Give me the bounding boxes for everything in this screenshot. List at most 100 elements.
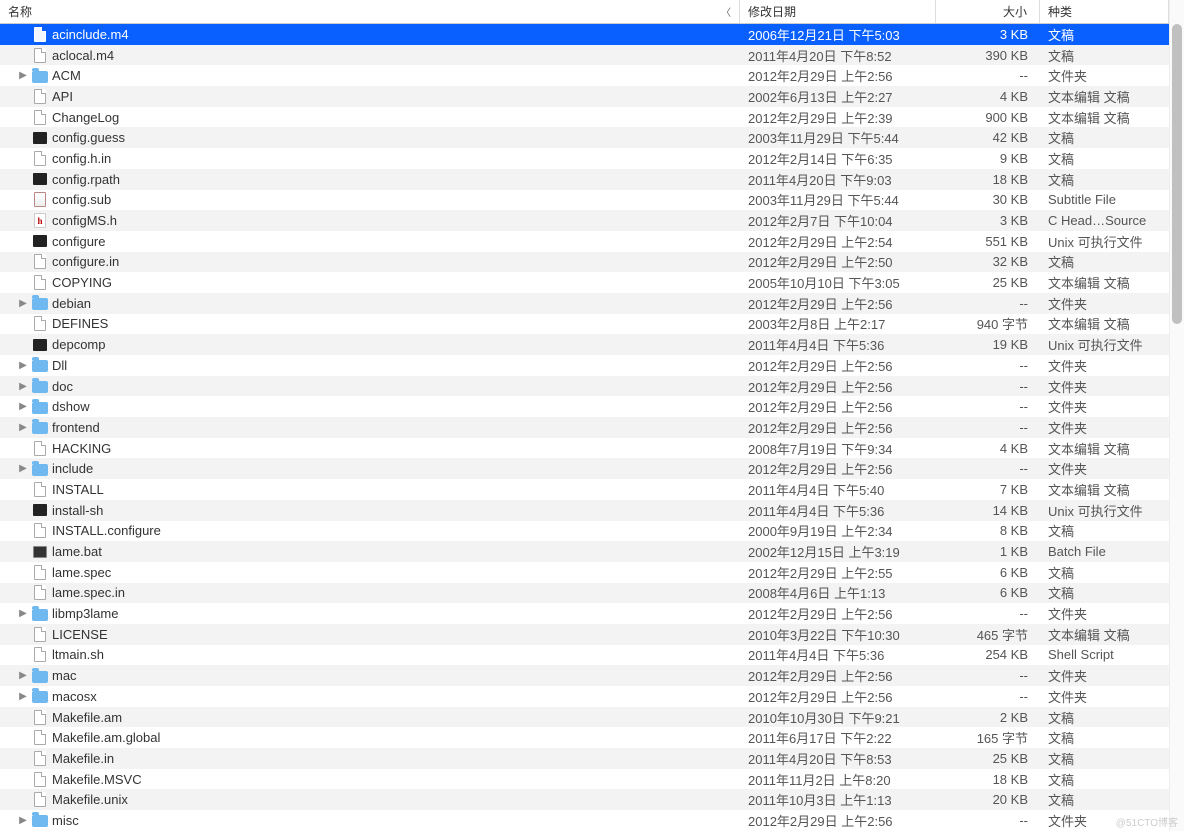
file-date-cell: 2012年2月29日 上午2:56 — [740, 66, 936, 85]
file-row[interactable]: ▶lame.spec2012年2月29日 上午2:556 KB文稿 — [0, 562, 1169, 583]
file-kind-cell: 文件夹 — [1040, 666, 1158, 685]
doc-icon — [32, 481, 48, 497]
file-row[interactable]: ▶macosx2012年2月29日 上午2:56--文件夹 — [0, 686, 1169, 707]
file-row[interactable]: ▶LICENSE2010年3月22日 下午10:30465 字节文本编辑 文稿 — [0, 624, 1169, 645]
file-name-cell: ▶INSTALL — [0, 481, 740, 497]
column-header-kind-label: 种类 — [1048, 3, 1072, 20]
file-row[interactable]: ▶Makefile.MSVC2011年11月2日 上午8:2018 KB文稿 — [0, 769, 1169, 790]
file-date-cell: 2003年11月29日 下午5:44 — [740, 128, 936, 147]
disclosure-triangle-icon[interactable]: ▶ — [18, 298, 28, 308]
file-date-cell: 2012年2月29日 上午2:56 — [740, 418, 936, 437]
file-row[interactable]: ▶Makefile.unix2011年10月3日 上午1:1320 KB文稿 — [0, 789, 1169, 810]
file-kind-cell: 文件夹 — [1040, 418, 1158, 437]
disclosure-triangle-icon[interactable]: ▶ — [18, 71, 28, 81]
file-kind-cell: Batch File — [1040, 544, 1158, 559]
file-row[interactable]: ▶lame.spec.in2008年4月6日 上午1:136 KB文稿 — [0, 583, 1169, 604]
file-row[interactable]: ▶frontend2012年2月29日 上午2:56--文件夹 — [0, 417, 1169, 438]
file-date-cell: 2012年2月29日 上午2:50 — [740, 252, 936, 271]
file-row[interactable]: ▶install-sh2011年4月4日 下午5:3614 KBUnix 可执行… — [0, 500, 1169, 521]
file-kind-cell: 文稿 — [1040, 708, 1158, 727]
file-row[interactable]: ▶aclocal.m42011年4月20日 下午8:52390 KB文稿 — [0, 45, 1169, 66]
disclosure-triangle-icon[interactable]: ▶ — [18, 691, 28, 701]
file-row[interactable]: ▶INSTALL.configure2000年9月19日 上午2:348 KB文… — [0, 521, 1169, 542]
disclosure-triangle-icon[interactable]: ▶ — [18, 402, 28, 412]
file-kind-cell: Unix 可执行文件 — [1040, 232, 1158, 251]
file-name-cell: ▶Makefile.unix — [0, 792, 740, 808]
doc-icon — [32, 564, 48, 580]
file-row[interactable]: ▶dshow2012年2月29日 上午2:56--文件夹 — [0, 396, 1169, 417]
file-name-label: include — [52, 461, 93, 476]
doc-icon — [32, 254, 48, 270]
file-list[interactable]: 名称 〈 修改日期 大小 种类 ▶acinclude.m42006年12月21日… — [0, 0, 1169, 831]
file-kind-cell: 文稿 — [1040, 728, 1158, 747]
file-row[interactable]: ▶Dll2012年2月29日 上午2:56--文件夹 — [0, 355, 1169, 376]
file-name-cell: ▶config.sub — [0, 192, 740, 208]
file-row[interactable]: ▶acinclude.m42006年12月21日 下午5:033 KB文稿 — [0, 24, 1169, 45]
folder-icon — [32, 419, 48, 435]
folder-icon — [32, 399, 48, 415]
file-row[interactable]: ▶libmp3lame2012年2月29日 上午2:56--文件夹 — [0, 603, 1169, 624]
file-name-label: configure — [52, 234, 105, 249]
file-row[interactable]: ▶COPYING2005年10月10日 下午3:0525 KB文本编辑 文稿 — [0, 272, 1169, 293]
file-kind-cell: 文件夹 — [1040, 377, 1158, 396]
column-header-name[interactable]: 名称 〈 — [0, 0, 740, 23]
column-header-size[interactable]: 大小 — [936, 0, 1040, 23]
file-row[interactable]: ▶debian2012年2月29日 上午2:56--文件夹 — [0, 293, 1169, 314]
column-header-kind[interactable]: 种类 — [1040, 0, 1169, 23]
file-row[interactable]: ▶config.h.in2012年2月14日 下午6:359 KB文稿 — [0, 148, 1169, 169]
file-row[interactable]: ▶ChangeLog2012年2月29日 上午2:39900 KB文本编辑 文稿 — [0, 107, 1169, 128]
file-row[interactable]: ▶config.guess2003年11月29日 下午5:4442 KB文稿 — [0, 127, 1169, 148]
file-row[interactable]: ▶configure2012年2月29日 上午2:54551 KBUnix 可执… — [0, 231, 1169, 252]
file-row[interactable]: ▶ltmain.sh2011年4月4日 下午5:36254 KBShell Sc… — [0, 645, 1169, 666]
file-size-cell: 19 KB — [936, 337, 1040, 352]
file-row[interactable]: ▶HACKING2008年7月19日 下午9:344 KB文本编辑 文稿 — [0, 438, 1169, 459]
file-row[interactable]: ▶config.sub2003年11月29日 下午5:4430 KBSubtit… — [0, 190, 1169, 211]
file-name-cell: ▶lame.spec — [0, 564, 740, 580]
scrollbar-thumb[interactable] — [1172, 24, 1182, 324]
file-row[interactable]: ▶depcomp2011年4月4日 下午5:3619 KBUnix 可执行文件 — [0, 334, 1169, 355]
file-kind-cell: 文稿 — [1040, 46, 1158, 65]
disclosure-triangle-icon[interactable]: ▶ — [18, 815, 28, 825]
file-row[interactable]: ▶doc2012年2月29日 上午2:56--文件夹 — [0, 376, 1169, 397]
file-name-label: config.sub — [52, 192, 111, 207]
file-name-cell: ▶ACM — [0, 68, 740, 84]
file-row[interactable]: ▶lame.bat2002年12月15日 上午3:191 KBBatch Fil… — [0, 541, 1169, 562]
file-name-label: mac — [52, 668, 77, 683]
file-date-cell: 2005年10月10日 下午3:05 — [740, 273, 936, 292]
file-row[interactable]: ▶Makefile.am.global2011年6月17日 下午2:22165 … — [0, 727, 1169, 748]
vertical-scrollbar[interactable] — [1169, 0, 1184, 831]
file-name-label: Makefile.am — [52, 710, 122, 725]
file-row[interactable]: ▶hconfigMS.h2012年2月7日 下午10:043 KBC Head…… — [0, 210, 1169, 231]
file-date-cell: 2011年4月4日 下午5:36 — [740, 501, 936, 520]
file-name-label: libmp3lame — [52, 606, 118, 621]
column-header-date[interactable]: 修改日期 — [740, 0, 936, 23]
file-name-cell: ▶COPYING — [0, 275, 740, 291]
disclosure-triangle-icon[interactable]: ▶ — [18, 671, 28, 681]
file-row[interactable]: ▶configure.in2012年2月29日 上午2:5032 KB文稿 — [0, 252, 1169, 273]
file-name-label: install-sh — [52, 503, 103, 518]
file-row[interactable]: ▶Makefile.am2010年10月30日 下午9:212 KB文稿 — [0, 707, 1169, 728]
file-name-label: acinclude.m4 — [52, 27, 129, 42]
file-row[interactable]: ▶DEFINES2003年2月8日 上午2:17940 字节文本编辑 文稿 — [0, 314, 1169, 335]
file-row[interactable]: ▶ACM2012年2月29日 上午2:56--文件夹 — [0, 65, 1169, 86]
file-row[interactable]: ▶mac2012年2月29日 上午2:56--文件夹 — [0, 665, 1169, 686]
file-kind-cell: 文本编辑 文稿 — [1040, 314, 1158, 333]
file-name-cell: ▶lame.spec.in — [0, 585, 740, 601]
file-row[interactable]: ▶include2012年2月29日 上午2:56--文件夹 — [0, 458, 1169, 479]
file-size-cell: -- — [936, 461, 1040, 476]
file-row[interactable]: ▶config.rpath2011年4月20日 下午9:0318 KB文稿 — [0, 169, 1169, 190]
doc-icon — [32, 585, 48, 601]
disclosure-triangle-icon[interactable]: ▶ — [18, 464, 28, 474]
file-size-cell: -- — [936, 358, 1040, 373]
disclosure-triangle-icon[interactable]: ▶ — [18, 381, 28, 391]
file-row[interactable]: ▶INSTALL2011年4月4日 下午5:407 KB文本编辑 文稿 — [0, 479, 1169, 500]
disclosure-triangle-icon[interactable]: ▶ — [18, 609, 28, 619]
file-size-cell: -- — [936, 379, 1040, 394]
file-row[interactable]: ▶Makefile.in2011年4月20日 下午8:5325 KB文稿 — [0, 748, 1169, 769]
file-name-label: COPYING — [52, 275, 112, 290]
file-name-label: ChangeLog — [52, 110, 119, 125]
disclosure-triangle-icon[interactable]: ▶ — [18, 422, 28, 432]
file-row[interactable]: ▶API2002年6月13日 上午2:274 KB文本编辑 文稿 — [0, 86, 1169, 107]
disclosure-triangle-icon[interactable]: ▶ — [18, 360, 28, 370]
file-row[interactable]: ▶misc2012年2月29日 上午2:56--文件夹 — [0, 810, 1169, 831]
